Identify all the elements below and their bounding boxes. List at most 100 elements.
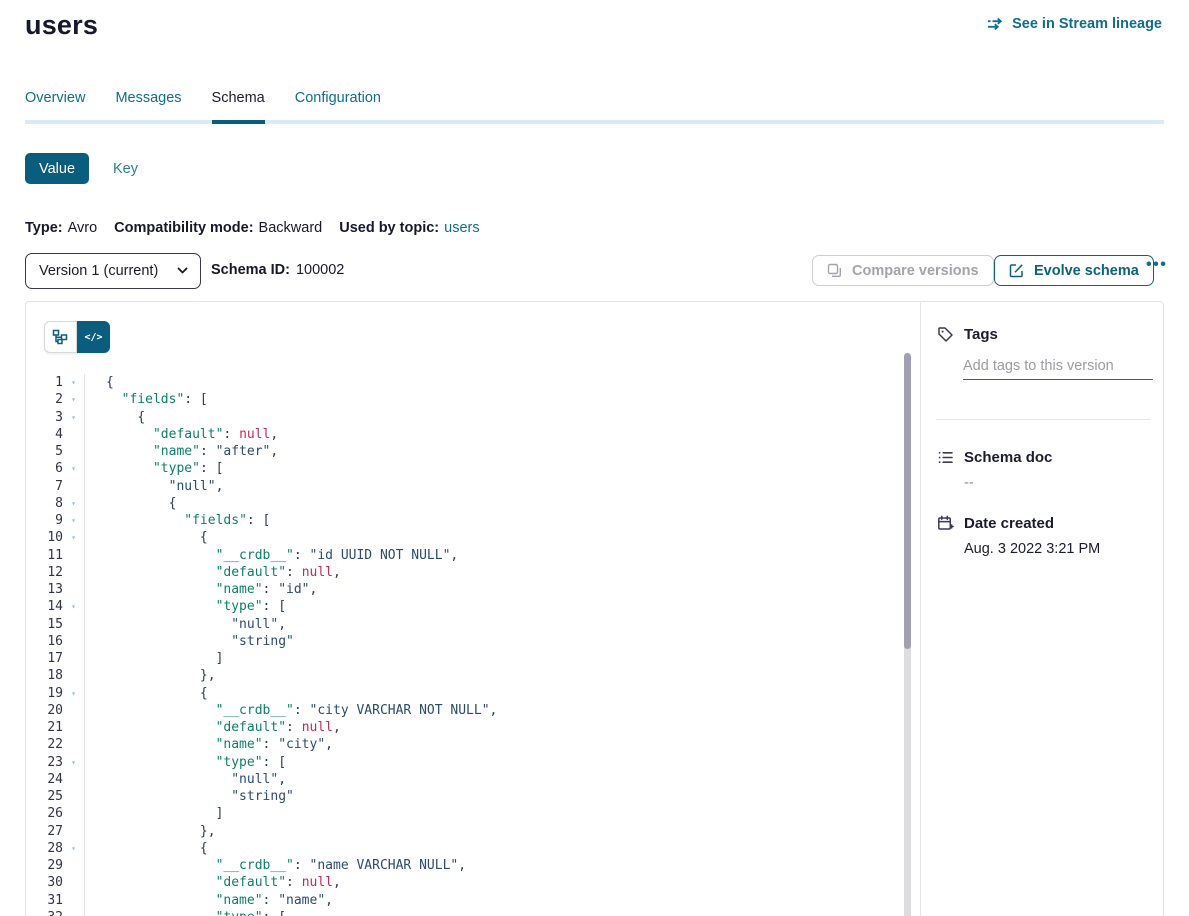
code-line-text: "name": "city", — [84, 736, 903, 753]
tab-messages[interactable]: Messages — [115, 90, 181, 120]
evolve-schema-label: Evolve schema — [1034, 263, 1139, 279]
fold-arrow-icon[interactable]: ▾ — [63, 460, 84, 477]
tab-overview[interactable]: Overview — [25, 90, 85, 120]
compare-versions-button[interactable]: Compare versions — [812, 255, 994, 286]
code-line-text: "null", — [84, 478, 903, 495]
line-number: 8 — [26, 495, 63, 512]
sidebar-divider — [920, 302, 921, 916]
fold-gutter — [63, 719, 84, 736]
fold-gutter — [63, 788, 84, 805]
value-button[interactable]: Value — [25, 153, 89, 184]
fold-gutter — [63, 667, 84, 684]
fold-gutter — [63, 650, 84, 667]
code-line: 14▾ "type": [ — [26, 598, 903, 615]
see-in-stream-lineage-link[interactable]: See in Stream lineage — [987, 16, 1162, 32]
code-view-button[interactable]: </> — [77, 321, 110, 353]
line-number: 28 — [26, 840, 63, 857]
code-line-text: }, — [84, 667, 903, 684]
fold-arrow-icon[interactable]: ▾ — [63, 512, 84, 529]
line-number: 16 — [26, 633, 63, 650]
code-line-text: { — [84, 685, 903, 702]
code-line: 1▾{ — [26, 374, 903, 391]
fold-arrow-icon[interactable]: ▾ — [63, 409, 84, 426]
code-line: 20 "__crdb__": "city VARCHAR NOT NULL", — [26, 702, 903, 719]
edit-icon — [1009, 263, 1026, 278]
line-number: 22 — [26, 736, 63, 753]
line-number: 14 — [26, 598, 63, 615]
tree-view-icon — [52, 329, 69, 345]
fold-arrow-icon[interactable]: ▾ — [63, 598, 84, 615]
line-number: 2 — [26, 391, 63, 408]
code-line: 21 "default": null, — [26, 719, 903, 736]
editor-scrollbar-thumb[interactable] — [904, 353, 911, 649]
calendar-plus-icon — [937, 515, 954, 532]
code-line-text: "name": "after", — [84, 443, 903, 460]
fold-arrow-icon[interactable]: ▾ — [63, 495, 84, 512]
code-line-text: { — [84, 409, 903, 426]
fold-gutter — [63, 823, 84, 840]
type-label: Type: — [25, 220, 63, 236]
fold-gutter — [63, 805, 84, 822]
fold-arrow-icon[interactable]: ▾ — [63, 909, 84, 916]
line-number: 1 — [26, 374, 63, 391]
fold-gutter — [63, 771, 84, 788]
line-number: 12 — [26, 564, 63, 581]
code-line: 4 "default": null, — [26, 426, 903, 443]
code-line: 6▾ "type": [ — [26, 460, 903, 477]
code-line: 2▾ "fields": [ — [26, 391, 903, 408]
more-actions-button[interactable]: ••• — [1146, 256, 1167, 274]
fold-arrow-icon[interactable]: ▾ — [63, 754, 84, 771]
code-line-text: "__crdb__": "city VARCHAR NOT NULL", — [84, 702, 903, 719]
code-line-text: "type": [ — [84, 909, 903, 916]
code-line-text: "__crdb__": "name VARCHAR NULL", — [84, 857, 903, 874]
code-line: 25 "string" — [26, 788, 903, 805]
code-line: 28▾ { — [26, 840, 903, 857]
topic-link[interactable]: users — [444, 220, 479, 236]
fold-arrow-icon[interactable]: ▾ — [63, 374, 84, 391]
type-value: Avro — [68, 220, 98, 236]
code-line: 15 "null", — [26, 616, 903, 633]
key-button[interactable]: Key — [113, 161, 138, 177]
tab-configuration[interactable]: Configuration — [295, 90, 381, 120]
code-line: 29 "__crdb__": "name VARCHAR NULL", — [26, 857, 903, 874]
code-line: 16 "string" — [26, 633, 903, 650]
add-tags-input[interactable] — [963, 356, 1153, 380]
code-line-text: { — [84, 374, 903, 391]
code-lines: 1▾{2▾ "fields": [3▾ {4 "default": null,5… — [26, 374, 903, 916]
fold-arrow-icon[interactable]: ▾ — [63, 685, 84, 702]
line-number: 21 — [26, 719, 63, 736]
code-line-text: "string" — [84, 788, 903, 805]
tree-view-button[interactable] — [44, 321, 77, 353]
fold-arrow-icon[interactable]: ▾ — [63, 840, 84, 857]
code-line: 19▾ { — [26, 685, 903, 702]
code-line: 24 "null", — [26, 771, 903, 788]
fold-gutter — [63, 874, 84, 891]
code-line: 27 }, — [26, 823, 903, 840]
code-line: 7 "null", — [26, 478, 903, 495]
schema-panel: </> 1▾{2▾ "fields": [3▾ {4 "default": nu… — [25, 301, 1164, 916]
code-line: 8▾ { — [26, 495, 903, 512]
code-line-text: "type": [ — [84, 460, 903, 477]
code-line-text: "null", — [84, 616, 903, 633]
fold-arrow-icon[interactable]: ▾ — [63, 529, 84, 546]
code-line: 9▾ "fields": [ — [26, 512, 903, 529]
compatibility-mode-label: Compatibility mode: — [114, 220, 253, 236]
evolve-schema-button[interactable]: Evolve schema — [994, 255, 1154, 286]
code-line-text: }, — [84, 823, 903, 840]
code-view-icon: </> — [84, 332, 102, 343]
code-line-text: "default": null, — [84, 874, 903, 891]
line-number: 9 — [26, 512, 63, 529]
lineage-link-label: See in Stream lineage — [1012, 16, 1162, 32]
line-number: 30 — [26, 874, 63, 891]
tab-schema[interactable]: Schema — [212, 90, 265, 120]
line-number: 4 — [26, 426, 63, 443]
code-line: 22 "name": "city", — [26, 736, 903, 753]
editor-scrollbar-track[interactable] — [904, 353, 911, 916]
line-number: 24 — [26, 771, 63, 788]
line-number: 19 — [26, 685, 63, 702]
version-select[interactable]: Version 1 (current) — [25, 253, 201, 289]
code-line-text: "__crdb__": "id UUID NOT NULL", — [84, 547, 903, 564]
date-created-section: Date created Aug. 3 2022 3:21 PM — [937, 515, 1150, 557]
fold-arrow-icon[interactable]: ▾ — [63, 391, 84, 408]
schema-id-label: Schema ID: — [211, 262, 290, 278]
